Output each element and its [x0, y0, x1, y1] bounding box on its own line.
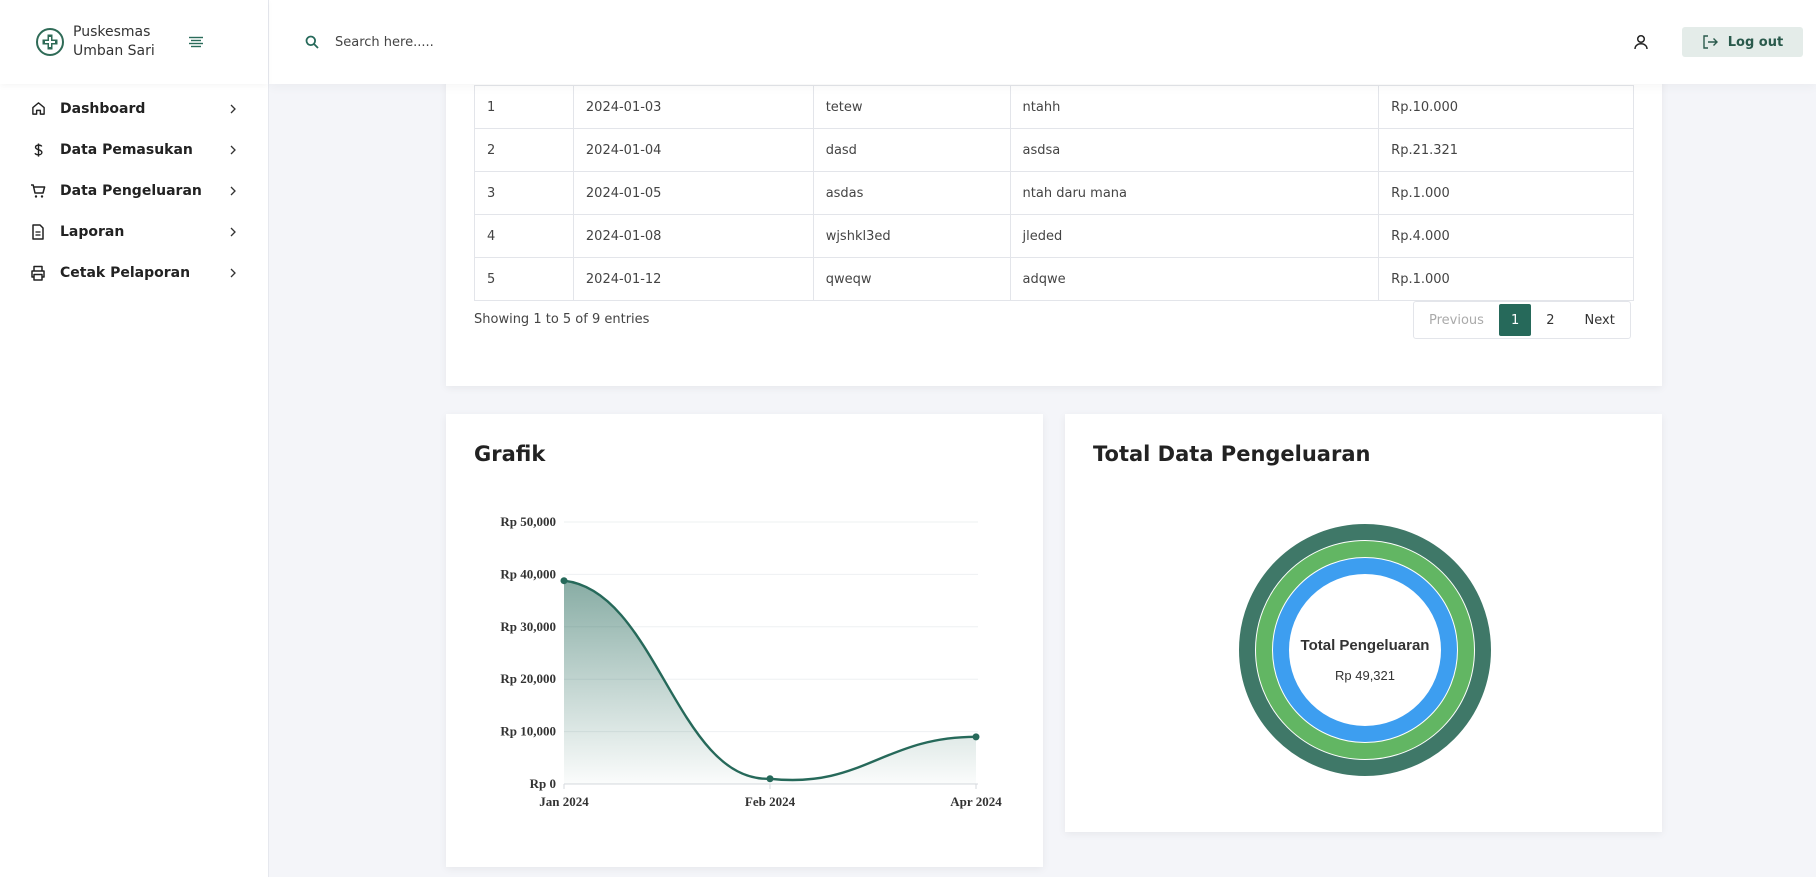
cell-description: adqwe [1009, 257, 1380, 301]
series-area [564, 580, 976, 784]
cell-date: 2024-01-04 [572, 128, 814, 172]
cell-amount: Rp.21.321 [1378, 128, 1634, 172]
donut-center-value: Rp 49,321 [1335, 668, 1395, 683]
cell-name: dasd [812, 128, 1011, 172]
sidebar-item-label: Data Pemasukan [60, 141, 193, 158]
cell-name: tetew [812, 85, 1011, 129]
cell-name: qweqw [812, 257, 1011, 301]
cell-name: wjshkl3ed [812, 214, 1011, 258]
brand: Puskesmas Umban Sari [0, 0, 268, 84]
expense-table-card: 1 2024-01-03 tetew ntahh Rp.10.000 2 202… [446, 40, 1662, 386]
y-tick-label: Rp 30,000 [500, 619, 556, 634]
sidebar-item-label: Laporan [60, 223, 125, 240]
chevron-right-icon [228, 104, 238, 114]
table-row: 2 2024-01-04 dasd asdsa Rp.21.321 [474, 128, 1634, 172]
sidebar-item-cetak-pelaporan[interactable]: Cetak Pelaporan [0, 252, 268, 293]
pagination-previous[interactable]: Previous [1414, 302, 1499, 338]
cell-no: 4 [474, 214, 574, 258]
sidebar-item-label: Dashboard [60, 100, 146, 117]
x-tick-label: Jan 2024 [539, 794, 589, 809]
total-pengeluaran-card: Total Data Pengeluaran Total Pengeluaran… [1065, 414, 1662, 832]
cell-amount: Rp.10.000 [1378, 85, 1634, 129]
table-row: 3 2024-01-05 asdas ntah daru mana Rp.1.0… [474, 171, 1634, 215]
cell-description: ntah daru mana [1009, 171, 1380, 215]
donut-center-label: Total Pengeluaran [1301, 637, 1430, 654]
search-input[interactable] [335, 34, 735, 50]
sidebar-item-label: Cetak Pelaporan [60, 264, 191, 281]
cell-amount: Rp.4.000 [1378, 214, 1634, 258]
logout-label: Log out [1727, 34, 1784, 50]
x-tick-label: Feb 2024 [745, 794, 796, 809]
cell-no: 2 [474, 128, 574, 172]
health-cross-logo [36, 28, 64, 56]
data-point[interactable] [766, 775, 774, 783]
cell-date: 2024-01-12 [572, 257, 814, 301]
printer-icon [30, 265, 46, 281]
y-tick-label: Rp 10,000 [500, 724, 556, 739]
dollar-icon [30, 142, 46, 158]
sidebar: Puskesmas Umban Sari Dashboard Data Pema… [0, 0, 269, 877]
sidebar-item-dashboard[interactable]: Dashboard [0, 88, 268, 129]
cell-amount: Rp.1.000 [1378, 257, 1634, 301]
search-icon [305, 34, 321, 50]
data-point[interactable] [972, 733, 980, 741]
table-row: 5 2024-01-12 qweqw adqwe Rp.1.000 [474, 257, 1634, 301]
sidebar-item-label: Data Pengeluaran [60, 182, 202, 199]
pagination-page-1[interactable]: 1 [1498, 304, 1532, 336]
cell-no: 5 [474, 257, 574, 301]
y-tick-label: Rp 0 [530, 776, 556, 791]
home-icon [30, 101, 46, 117]
y-tick-label: Rp 20,000 [500, 671, 556, 686]
y-tick-label: Rp 50,000 [500, 514, 556, 529]
chevron-right-icon [228, 268, 238, 278]
chevron-right-icon [228, 227, 238, 237]
sidebar-item-data-pemasukan[interactable]: Data Pemasukan [0, 129, 268, 170]
logout-button[interactable]: Log out [1682, 27, 1803, 57]
chevron-right-icon [228, 186, 238, 196]
table-row: 4 2024-01-08 wjshkl3ed jleded Rp.4.000 [474, 214, 1634, 258]
table-row: 1 2024-01-03 tetew ntahh Rp.10.000 [474, 85, 1634, 129]
cell-date: 2024-01-05 [572, 171, 814, 215]
cell-description: asdsa [1009, 128, 1380, 172]
pagination-page-2[interactable]: 2 [1531, 302, 1569, 338]
cell-no: 1 [474, 85, 574, 129]
logout-icon [1703, 35, 1718, 49]
table-entries-info: Showing 1 to 5 of 9 entries [474, 312, 650, 327]
sidebar-item-laporan[interactable]: Laporan [0, 211, 268, 252]
cell-amount: Rp.1.000 [1378, 171, 1634, 215]
sidebar-item-data-pengeluaran[interactable]: Data Pengeluaran [0, 170, 268, 211]
line-chart: Rp 0 Rp 10,000 Rp 20,000 Rp 30,000 Rp 40,000… [500, 514, 1002, 809]
cell-description: ntahh [1009, 85, 1380, 129]
grafik-card: Grafik Rp 0 Rp 10,000 Rp 20,000 Rp 30,000 Rp… [446, 414, 1043, 867]
y-tick-label: Rp 40,000 [500, 566, 556, 581]
donut-chart: Total Pengeluaran Rp 49,321 [1239, 524, 1491, 776]
top-header: Log out [269, 0, 1816, 84]
cell-description: jleded [1009, 214, 1380, 258]
cart-icon [30, 183, 46, 199]
data-point[interactable] [560, 577, 568, 585]
cell-name: asdas [812, 171, 1011, 215]
cell-no: 3 [474, 171, 574, 215]
x-tick-label: Apr 2024 [950, 794, 1002, 809]
brand-name: Puskesmas Umban Sari [73, 24, 155, 59]
cell-date: 2024-01-03 [572, 85, 814, 129]
pagination-next[interactable]: Next [1570, 302, 1630, 338]
expense-table: 1 2024-01-03 tetew ntahh Rp.10.000 2 202… [474, 85, 1634, 301]
pagination: Previous 1 2 Next [1413, 301, 1631, 339]
sidebar-nav: Dashboard Data Pemasukan Data Pengeluara… [0, 84, 268, 293]
cell-date: 2024-01-08 [572, 214, 814, 258]
user-icon[interactable] [1632, 33, 1650, 51]
document-icon [30, 223, 46, 240]
menu-toggle-icon[interactable] [185, 31, 207, 53]
chevron-right-icon [228, 145, 238, 155]
